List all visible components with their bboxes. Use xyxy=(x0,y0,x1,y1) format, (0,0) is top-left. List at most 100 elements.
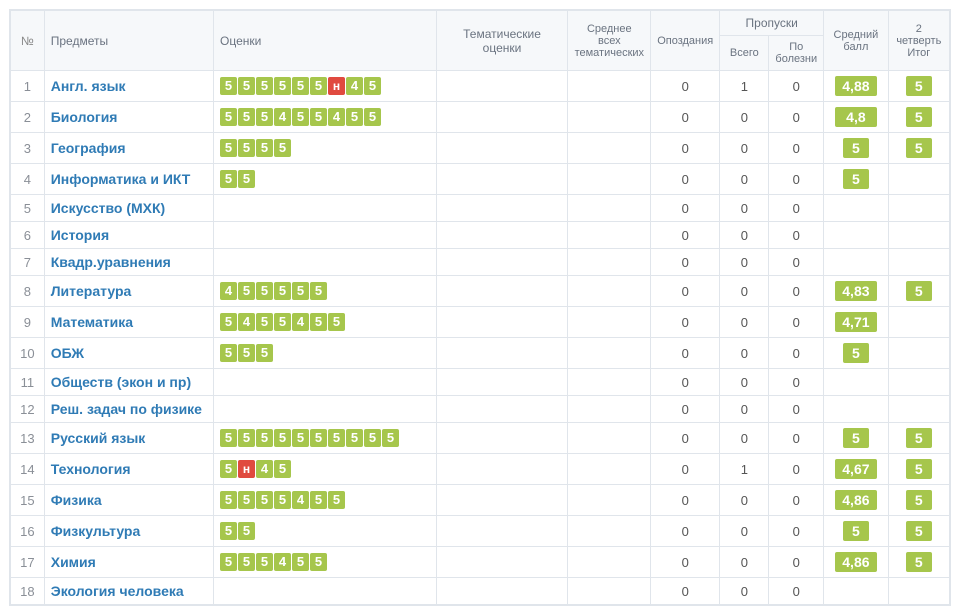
late-cell: 0 xyxy=(651,338,720,369)
subject-link[interactable]: Технология xyxy=(51,461,131,477)
quarter-badge: 5 xyxy=(906,459,932,479)
late-cell: 0 xyxy=(651,249,720,276)
table-row: 18Экология человека000 xyxy=(11,578,950,605)
subject-link[interactable]: Биология xyxy=(51,109,118,125)
grade-mark: 5 xyxy=(220,313,237,331)
abs-total-cell: 0 xyxy=(720,485,769,516)
grade-mark: 5 xyxy=(310,429,327,447)
grade-mark: 5 xyxy=(310,282,327,300)
avg-thematic-cell xyxy=(568,102,651,133)
abs-sick-cell: 0 xyxy=(769,369,824,396)
subject-cell: Искусство (МХК) xyxy=(44,195,213,222)
avg-thematic-cell xyxy=(568,369,651,396)
grade-mark: 5 xyxy=(220,77,237,95)
subject-link[interactable]: География xyxy=(51,140,126,156)
thematic-cell xyxy=(436,547,568,578)
grades-cell: 5555555555 xyxy=(214,423,437,454)
subject-link[interactable]: Физкультура xyxy=(51,523,141,539)
header-avg: Средний балл xyxy=(824,11,888,71)
grade-mark: 5 xyxy=(274,282,291,300)
abs-sick-cell: 0 xyxy=(769,222,824,249)
table-row: 6История000 xyxy=(11,222,950,249)
header-subjects: Предметы xyxy=(44,11,213,71)
avg-cell xyxy=(824,249,888,276)
avg-badge: 4,71 xyxy=(835,312,877,332)
avg-badge: 5 xyxy=(843,169,869,189)
row-number: 12 xyxy=(11,396,45,423)
avg-cell xyxy=(824,396,888,423)
grade-mark: 5 xyxy=(328,491,345,509)
grade-mark: 4 xyxy=(274,108,291,126)
subject-cell: Биология xyxy=(44,102,213,133)
absent-mark: н xyxy=(238,460,255,478)
subject-cell: Физика xyxy=(44,485,213,516)
late-cell: 0 xyxy=(651,454,720,485)
abs-total-cell: 0 xyxy=(720,423,769,454)
row-number: 14 xyxy=(11,454,45,485)
table-body: 1Англ. язык555555н450104,8852Биология555… xyxy=(11,71,950,605)
table-row: 1Англ. язык555555н450104,885 xyxy=(11,71,950,102)
grades-cell: 55 xyxy=(214,516,437,547)
abs-sick-cell: 0 xyxy=(769,164,824,195)
subject-link[interactable]: Реш. задач по физике xyxy=(51,401,202,417)
subject-link[interactable]: Информатика и ИКТ xyxy=(51,171,191,187)
grade-mark: 5 xyxy=(310,108,327,126)
grades-cell xyxy=(214,222,437,249)
subject-link[interactable]: Экология человека xyxy=(51,583,184,599)
grade-mark: 5 xyxy=(256,139,273,157)
grade-mark: 5 xyxy=(364,429,381,447)
grades-cell: 5555455 xyxy=(214,485,437,516)
table-row: 11Обществ (экон и пр)000 xyxy=(11,369,950,396)
subject-link[interactable]: История xyxy=(51,227,109,243)
subject-link[interactable]: ОБЖ xyxy=(51,345,84,361)
grade-mark: 5 xyxy=(238,108,255,126)
table-row: 15Физика55554550004,865 xyxy=(11,485,950,516)
grade-mark: 5 xyxy=(238,344,255,362)
avg-thematic-cell xyxy=(568,222,651,249)
abs-total-cell: 0 xyxy=(720,396,769,423)
quarter-badge: 5 xyxy=(906,107,932,127)
abs-sick-cell: 0 xyxy=(769,133,824,164)
quarter-cell xyxy=(888,338,949,369)
avg-thematic-cell xyxy=(568,133,651,164)
grade-mark: 5 xyxy=(328,429,345,447)
grade-mark: 5 xyxy=(220,460,237,478)
subject-link[interactable]: Искусство (МХК) xyxy=(51,200,165,216)
subject-link[interactable]: Русский язык xyxy=(51,430,146,446)
subject-link[interactable]: Математика xyxy=(51,314,133,330)
subject-cell: Физкультура xyxy=(44,516,213,547)
row-number: 3 xyxy=(11,133,45,164)
grade-mark: 5 xyxy=(310,313,327,331)
grades-cell xyxy=(214,249,437,276)
table-row: 8Литература4555550004,835 xyxy=(11,276,950,307)
header-avg-thematic: Среднее всех тематических xyxy=(568,11,651,71)
avg-thematic-cell xyxy=(568,578,651,605)
grades-cell: 555 xyxy=(214,338,437,369)
avg-cell: 5 xyxy=(824,164,888,195)
grade-mark: 5 xyxy=(346,108,363,126)
thematic-cell xyxy=(436,222,568,249)
subject-link[interactable]: Химия xyxy=(51,554,96,570)
abs-sick-cell: 0 xyxy=(769,276,824,307)
grade-mark: 5 xyxy=(292,77,309,95)
quarter-badge: 5 xyxy=(906,490,932,510)
grade-mark: 5 xyxy=(220,429,237,447)
avg-thematic-cell xyxy=(568,249,651,276)
table-row: 17Химия5554550004,865 xyxy=(11,547,950,578)
quarter-cell: 5 xyxy=(888,547,949,578)
subject-cell: Математика xyxy=(44,307,213,338)
grade-mark: 5 xyxy=(238,170,255,188)
quarter-badge: 5 xyxy=(906,428,932,448)
row-number: 18 xyxy=(11,578,45,605)
subject-cell: ОБЖ xyxy=(44,338,213,369)
subject-link[interactable]: Квадр.уравнения xyxy=(51,254,171,270)
subject-link[interactable]: Англ. язык xyxy=(51,78,126,94)
subject-link[interactable]: Физика xyxy=(51,492,102,508)
abs-sick-cell: 0 xyxy=(769,396,824,423)
grades-cell: 555455455 xyxy=(214,102,437,133)
subject-link[interactable]: Литература xyxy=(51,283,132,299)
row-number: 1 xyxy=(11,71,45,102)
abs-sick-cell: 0 xyxy=(769,71,824,102)
subject-link[interactable]: Обществ (экон и пр) xyxy=(51,374,191,390)
grade-mark: 5 xyxy=(256,282,273,300)
